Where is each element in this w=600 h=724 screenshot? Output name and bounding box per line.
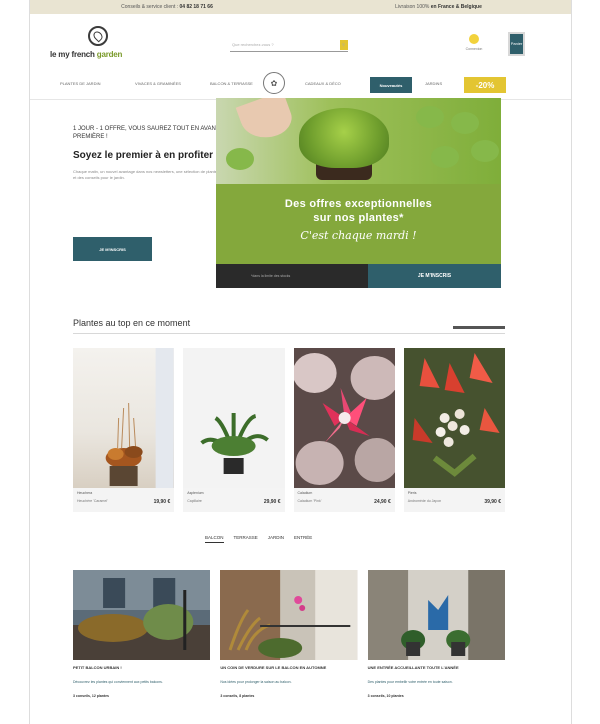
- promo-plant-photo: [216, 98, 501, 184]
- article-card[interactable]: Petit balcon urbain ! Découvrez les plan…: [73, 570, 211, 724]
- product-price: 29,90 €: [263, 499, 281, 505]
- article-title: Une entrée accueillante toute l'année: [367, 665, 459, 670]
- product-card[interactable]: Heuchera Heuchère 'Caramel' 19,90 €: [73, 348, 175, 512]
- account-label: Connexion: [465, 47, 483, 51]
- cart-button[interactable]: Panier: [508, 32, 525, 56]
- promo-banner[interactable]: Des offres exceptionnelles sur nos plant…: [216, 98, 501, 288]
- section-divider: [73, 333, 505, 334]
- page: Conseils & service client : 04 82 18 71 …: [29, 0, 572, 724]
- delivery-info: Livraison 100% en France & Belgique: [395, 4, 482, 10]
- product-card[interactable]: Asplenium Capillaire 29,90 €: [183, 348, 285, 512]
- article-title: Un coin de verdure sur le balcon en auto…: [220, 665, 327, 670]
- leaf-logo-icon: [88, 26, 108, 46]
- product-card[interactable]: Caladium Caladium 'Pink' 24,90 €: [293, 348, 395, 512]
- article-title: Petit balcon urbain !: [73, 665, 122, 670]
- product-card[interactable]: Pieris Andromède du Japon 39,90 €: [403, 348, 505, 512]
- article-card[interactable]: Une entrée accueillante toute l'année De…: [367, 570, 505, 724]
- tab-entree[interactable]: Entrée: [294, 535, 312, 543]
- account-button[interactable]: Connexion: [463, 34, 485, 58]
- search-button[interactable]: ⚲: [340, 39, 348, 50]
- hero-headline: Soyez le premier à en profiter !: [73, 150, 220, 161]
- product-name: Heuchera: [77, 491, 93, 495]
- article-excerpt: Nos idées pour prolonger la saison au ba…: [220, 680, 292, 684]
- logo-wordmark: le my french garden: [50, 50, 123, 59]
- tab-terrasse[interactable]: Terrasse: [234, 535, 258, 543]
- article-image: [220, 570, 358, 660]
- nav-item-cadeaux[interactable]: Cadeaux & déco: [305, 81, 341, 86]
- hero-body: Chaque matin, un nouvel avantage dans no…: [73, 169, 220, 180]
- user-icon: [469, 34, 479, 44]
- article-excerpt: Des plantes pour embellir votre entrée e…: [367, 680, 453, 684]
- product-info: Heuchera Heuchère 'Caramel' 19,90 €: [73, 488, 175, 512]
- promo-footer: *dans la limite des stocks Je m'inscris: [216, 264, 501, 288]
- article-meta: 3 conseils, 10 plantes: [367, 694, 404, 698]
- site-header: le my french garden Que recherchez-vous …: [30, 14, 571, 72]
- product-price: 39,90 €: [484, 499, 501, 505]
- product-image: [293, 348, 395, 488]
- tab-balcon[interactable]: Balcon: [205, 535, 224, 543]
- product-list: Heuchera Heuchère 'Caramel' 19,90 € Aspl…: [73, 348, 505, 512]
- product-image: [403, 348, 505, 488]
- inspiration-tabs: Balcon Terrasse Jardin Entrée: [205, 535, 405, 543]
- top-plants-title: Plantes au top en ce moment: [73, 318, 191, 328]
- see-all-link[interactable]: [453, 326, 505, 329]
- product-image: [183, 348, 285, 488]
- main-nav: Plantes de jardin Vivaces & graminées Ba…: [30, 72, 571, 100]
- product-price: 19,90 €: [153, 499, 171, 505]
- article-meta: 3 conseils, 8 plantes: [220, 694, 255, 698]
- product-image: [73, 348, 175, 488]
- promo-line-1: Des offres exceptionnelles: [284, 198, 433, 210]
- hero-signup-button[interactable]: Je m'inscris: [73, 237, 152, 261]
- promo-signup-button[interactable]: Je m'inscris: [368, 264, 501, 288]
- promo-message: Des offres exceptionnelles sur nos plant…: [216, 184, 501, 264]
- search-bar[interactable]: Que recherchez-vous ? ⚲: [230, 38, 348, 52]
- site-logo[interactable]: le my french garden: [50, 26, 150, 66]
- tab-jardin[interactable]: Jardin: [268, 535, 284, 543]
- nav-item-vivaces[interactable]: Vivaces & graminées: [135, 81, 181, 86]
- nav-item-plantes-jardin[interactable]: Plantes de jardin: [60, 81, 100, 86]
- top-info-bar: Conseils & service client : 04 82 18 71 …: [30, 0, 571, 14]
- product-info: Pieris Andromède du Japon 39,90 €: [403, 488, 505, 512]
- nav-promo-button[interactable]: -20%: [464, 77, 506, 93]
- brand-emblem-icon[interactable]: ✿: [263, 72, 285, 94]
- phone-link[interactable]: 04 82 18 71 66: [180, 4, 213, 10]
- product-info: Caladium Caladium 'Pink' 24,90 €: [293, 488, 395, 512]
- nav-item-balcon[interactable]: Balcon & terrasse: [210, 81, 253, 86]
- article-card[interactable]: Un coin de verdure sur le balcon en auto…: [220, 570, 358, 724]
- search-input[interactable]: Que recherchez-vous ?: [230, 42, 340, 47]
- article-image: [367, 570, 505, 660]
- article-meta: 3 conseils, 12 plantes: [73, 694, 109, 698]
- promo-footnote: *dans la limite des stocks: [216, 264, 368, 288]
- search-icon: ⚲: [342, 42, 345, 47]
- article-image: [73, 570, 211, 660]
- contact-info: Conseils & service client : 04 82 18 71 …: [121, 4, 213, 10]
- product-price: 24,90 €: [374, 499, 391, 505]
- article-list: Petit balcon urbain ! Découvrez les plan…: [73, 570, 505, 724]
- product-info: Asplenium Capillaire 29,90 €: [183, 488, 285, 512]
- promo-line-3: C'est chaque mardi !: [300, 229, 417, 242]
- nav-nouveautes-button[interactable]: Nouveautés: [370, 77, 412, 93]
- nav-item-jardins[interactable]: Jardins: [425, 81, 442, 86]
- product-name: Asplenium: [187, 491, 204, 495]
- article-excerpt: Découvrez les plantes qui conviennent au…: [73, 680, 163, 684]
- newsletter-hero: 1 jour - 1 offre, vous saurez tout en av…: [73, 126, 223, 181]
- cart-label: Panier: [510, 40, 523, 46]
- hero-kicker: 1 jour - 1 offre, vous saurez tout en av…: [73, 126, 222, 140]
- product-name: Caladium: [297, 491, 313, 495]
- promo-line-2: sur nos plantes*: [313, 212, 404, 224]
- product-name: Pieris: [407, 491, 417, 495]
